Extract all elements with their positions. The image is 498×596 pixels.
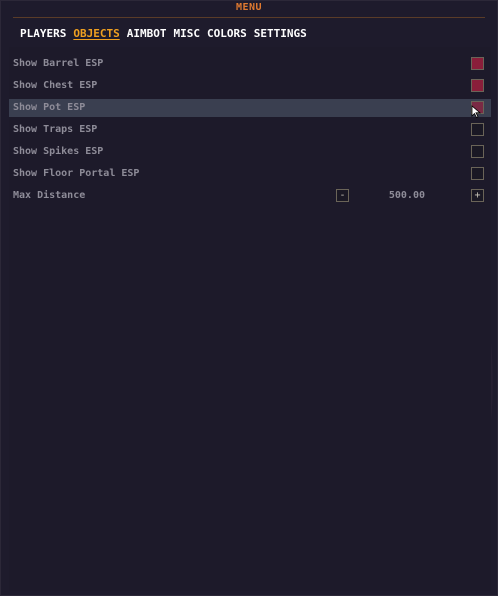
option-label: Show Chest ESP <box>13 80 98 91</box>
tab-players[interactable]: PLAYERS <box>20 27 66 40</box>
max-distance-value: 500.00 <box>388 190 425 201</box>
pot-esp-checkbox[interactable] <box>471 101 484 114</box>
option-label: Show Barrel ESP <box>13 58 104 69</box>
option-row-spikes[interactable]: Show Spikes ESP <box>9 143 491 161</box>
title-divider <box>13 17 485 18</box>
tab-misc[interactable]: MISC <box>173 27 200 40</box>
decrement-button[interactable]: - <box>336 189 349 202</box>
option-label: Show Pot ESP <box>13 102 86 113</box>
increment-button[interactable]: + <box>471 189 484 202</box>
barrel-esp-checkbox[interactable] <box>471 57 484 70</box>
window-title: MENU <box>235 2 263 13</box>
objects-panel: Show Barrel ESP Show Chest ESP Show Pot … <box>9 47 491 591</box>
tab-settings[interactable]: SETTINGS <box>254 27 307 40</box>
spikes-esp-checkbox[interactable] <box>471 145 484 158</box>
option-label: Show Floor Portal ESP <box>13 168 140 179</box>
option-row-barrel[interactable]: Show Barrel ESP <box>9 55 491 73</box>
option-row-chest[interactable]: Show Chest ESP <box>9 77 491 95</box>
traps-esp-checkbox[interactable] <box>471 123 484 136</box>
option-row-floor-portal[interactable]: Show Floor Portal ESP <box>9 165 491 183</box>
tab-objects[interactable]: OBJECTS <box>73 27 119 40</box>
option-label: Show Spikes ESP <box>13 146 104 157</box>
floor-portal-esp-checkbox[interactable] <box>471 167 484 180</box>
tab-colors[interactable]: COLORS <box>207 27 247 40</box>
option-row-pot[interactable]: Show Pot ESP <box>9 99 491 117</box>
option-label: Show Traps ESP <box>13 124 98 135</box>
option-row-traps[interactable]: Show Traps ESP <box>9 121 491 139</box>
menu-window: MENU PLAYERS OBJECTS AIMBOT MISC COLORS … <box>0 0 498 596</box>
max-distance-row: Max Distance - 500.00 + <box>9 187 491 205</box>
chest-esp-checkbox[interactable] <box>471 79 484 92</box>
tab-bar: PLAYERS OBJECTS AIMBOT MISC COLORS SETTI… <box>20 27 307 40</box>
tab-aimbot[interactable]: AIMBOT <box>127 27 167 40</box>
max-distance-label: Max Distance <box>13 190 86 201</box>
